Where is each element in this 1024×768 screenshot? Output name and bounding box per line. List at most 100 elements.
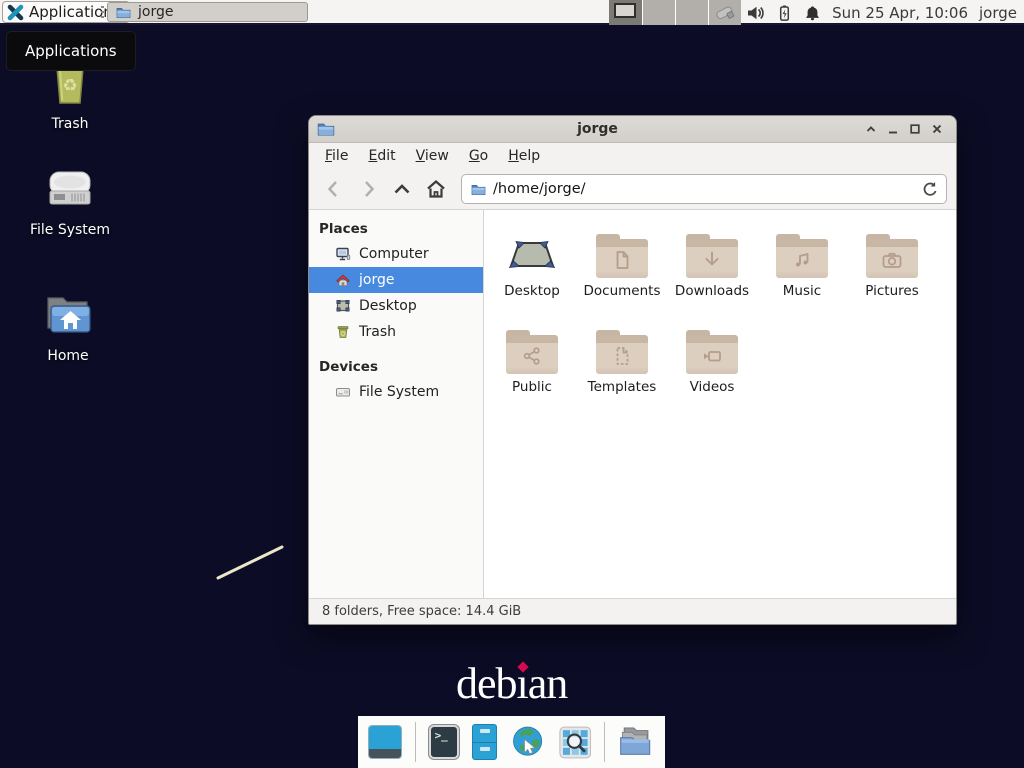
folder-documents[interactable]: Documents bbox=[577, 222, 667, 318]
tablet-tool-icon[interactable] bbox=[713, 3, 735, 23]
workspace-window-thumb bbox=[614, 3, 636, 18]
home-button[interactable] bbox=[420, 175, 451, 204]
terminal-icon[interactable]: >_ bbox=[429, 725, 460, 759]
titlebar[interactable]: jorge bbox=[309, 116, 956, 143]
sidebar-item-label: jorge bbox=[359, 272, 394, 288]
home-folder-icon bbox=[41, 290, 95, 338]
folder-view: Desktop Documents Downloads bbox=[484, 210, 956, 598]
volume-icon[interactable] bbox=[746, 4, 765, 22]
panel-clock[interactable]: Sun 25 Apr, 10:06 bbox=[832, 4, 968, 22]
path-folder-icon bbox=[471, 182, 486, 197]
desktop-icon-label: File System bbox=[16, 222, 124, 238]
desktop-icon-home[interactable]: Home bbox=[14, 290, 122, 364]
sidebar-item-filesystem[interactable]: File System bbox=[309, 379, 483, 405]
applications-menu-icon bbox=[7, 4, 24, 21]
top-panel: Applications jorge Sun bbox=[0, 0, 1024, 25]
dock-separator bbox=[604, 722, 605, 762]
menu-edit[interactable]: Edit bbox=[358, 143, 405, 169]
folder-label: Pictures bbox=[865, 283, 918, 299]
toolbar: /home/jorge/ bbox=[309, 169, 956, 210]
statusbar: 8 folders, Free space: 14.4 GiB bbox=[309, 598, 956, 624]
home-icon bbox=[335, 272, 351, 288]
system-tray: Sun 25 Apr, 10:06 jorge bbox=[713, 0, 1024, 25]
desktop-trapezoid-icon bbox=[506, 234, 558, 278]
folder-label: Desktop bbox=[504, 283, 560, 299]
window-body: Places Computer jorge bbox=[309, 210, 956, 598]
back-button[interactable] bbox=[318, 175, 349, 204]
menu-view[interactable]: View bbox=[406, 143, 459, 169]
path-text[interactable]: /home/jorge/ bbox=[493, 181, 910, 197]
folder-label: Documents bbox=[584, 283, 661, 299]
video-camera-glyph bbox=[700, 344, 724, 368]
applications-tooltip: Applications bbox=[6, 31, 136, 71]
sidebar-item-home[interactable]: jorge bbox=[309, 267, 483, 293]
sidebar-item-label: Trash bbox=[359, 324, 396, 340]
folder-music[interactable]: Music bbox=[757, 222, 847, 318]
camera-glyph bbox=[880, 248, 904, 272]
workspace-2[interactable] bbox=[642, 0, 675, 25]
folder-label: Music bbox=[783, 283, 821, 299]
taskbar-window-label: jorge bbox=[138, 4, 173, 20]
workspace-3[interactable] bbox=[675, 0, 708, 25]
drive-small-icon bbox=[335, 384, 351, 400]
application-finder-icon[interactable] bbox=[559, 724, 592, 761]
desktop-icon-filesystem[interactable]: File System bbox=[16, 164, 124, 238]
sidebar: Places Computer jorge bbox=[309, 210, 484, 598]
folder-desktop[interactable]: Desktop bbox=[487, 222, 577, 318]
folder-videos[interactable]: Videos bbox=[667, 318, 757, 414]
folder-pictures[interactable]: Pictures bbox=[847, 222, 937, 318]
battery-icon[interactable] bbox=[776, 4, 793, 22]
tasklist-handle[interactable] bbox=[101, 6, 104, 19]
folder-templates[interactable]: Templates bbox=[577, 318, 667, 414]
close-button[interactable] bbox=[926, 118, 948, 140]
hard-drive-icon bbox=[44, 164, 96, 212]
menu-file[interactable]: File bbox=[315, 143, 358, 169]
menubar: File Edit View Go Help bbox=[309, 143, 956, 169]
web-browser-icon[interactable] bbox=[510, 722, 545, 762]
file-cabinet-icon[interactable] bbox=[472, 724, 497, 760]
download-arrow-glyph bbox=[700, 248, 724, 272]
desktop-icon bbox=[335, 298, 351, 314]
workspace-1[interactable] bbox=[609, 0, 642, 25]
window-title: jorge bbox=[335, 121, 860, 137]
show-desktop-icon[interactable] bbox=[368, 725, 402, 759]
dock: >_ bbox=[358, 716, 665, 768]
maximize-button[interactable] bbox=[904, 118, 926, 140]
devices-header: Devices bbox=[309, 355, 483, 379]
menu-help[interactable]: Help bbox=[498, 143, 550, 169]
document-glyph bbox=[610, 248, 634, 272]
folder-label: Downloads bbox=[675, 283, 749, 299]
stray-line bbox=[212, 540, 290, 585]
desktop-icon-label: Home bbox=[14, 348, 122, 364]
sidebar-item-label: File System bbox=[359, 384, 439, 400]
folder-public[interactable]: Public bbox=[487, 318, 577, 414]
svg-text:♻: ♻ bbox=[62, 76, 77, 96]
up-button[interactable] bbox=[386, 175, 417, 204]
sidebar-item-label: Desktop bbox=[359, 298, 417, 314]
music-notes-glyph bbox=[790, 248, 814, 272]
forward-button[interactable] bbox=[352, 175, 383, 204]
folder-label: Templates bbox=[588, 379, 657, 395]
window-menu-icon[interactable] bbox=[317, 120, 335, 138]
sidebar-item-label: Computer bbox=[359, 246, 429, 262]
sidebar-item-trash[interactable]: Trash bbox=[309, 319, 483, 345]
path-entry[interactable]: /home/jorge/ bbox=[461, 174, 947, 204]
computer-icon bbox=[335, 246, 351, 262]
share-glyph bbox=[520, 344, 544, 368]
debian-logo: debıan bbox=[456, 658, 567, 709]
sidebar-item-computer[interactable]: Computer bbox=[309, 241, 483, 267]
shade-button[interactable] bbox=[860, 118, 882, 140]
taskbar-window-button[interactable]: jorge bbox=[107, 2, 308, 22]
folder-downloads[interactable]: Downloads bbox=[667, 222, 757, 318]
notifications-bell-icon[interactable] bbox=[804, 4, 821, 22]
file-manager-dock-icon[interactable] bbox=[618, 723, 655, 761]
window-folder-icon bbox=[116, 5, 131, 20]
debian-logo-i: ı bbox=[517, 659, 528, 708]
dock-separator bbox=[415, 722, 416, 762]
sidebar-item-desktop[interactable]: Desktop bbox=[309, 293, 483, 319]
desktop-icon-label: Trash bbox=[16, 116, 124, 132]
menu-go[interactable]: Go bbox=[459, 143, 498, 169]
minimize-button[interactable] bbox=[882, 118, 904, 140]
template-glyph bbox=[610, 344, 634, 368]
reload-button[interactable] bbox=[917, 177, 941, 201]
